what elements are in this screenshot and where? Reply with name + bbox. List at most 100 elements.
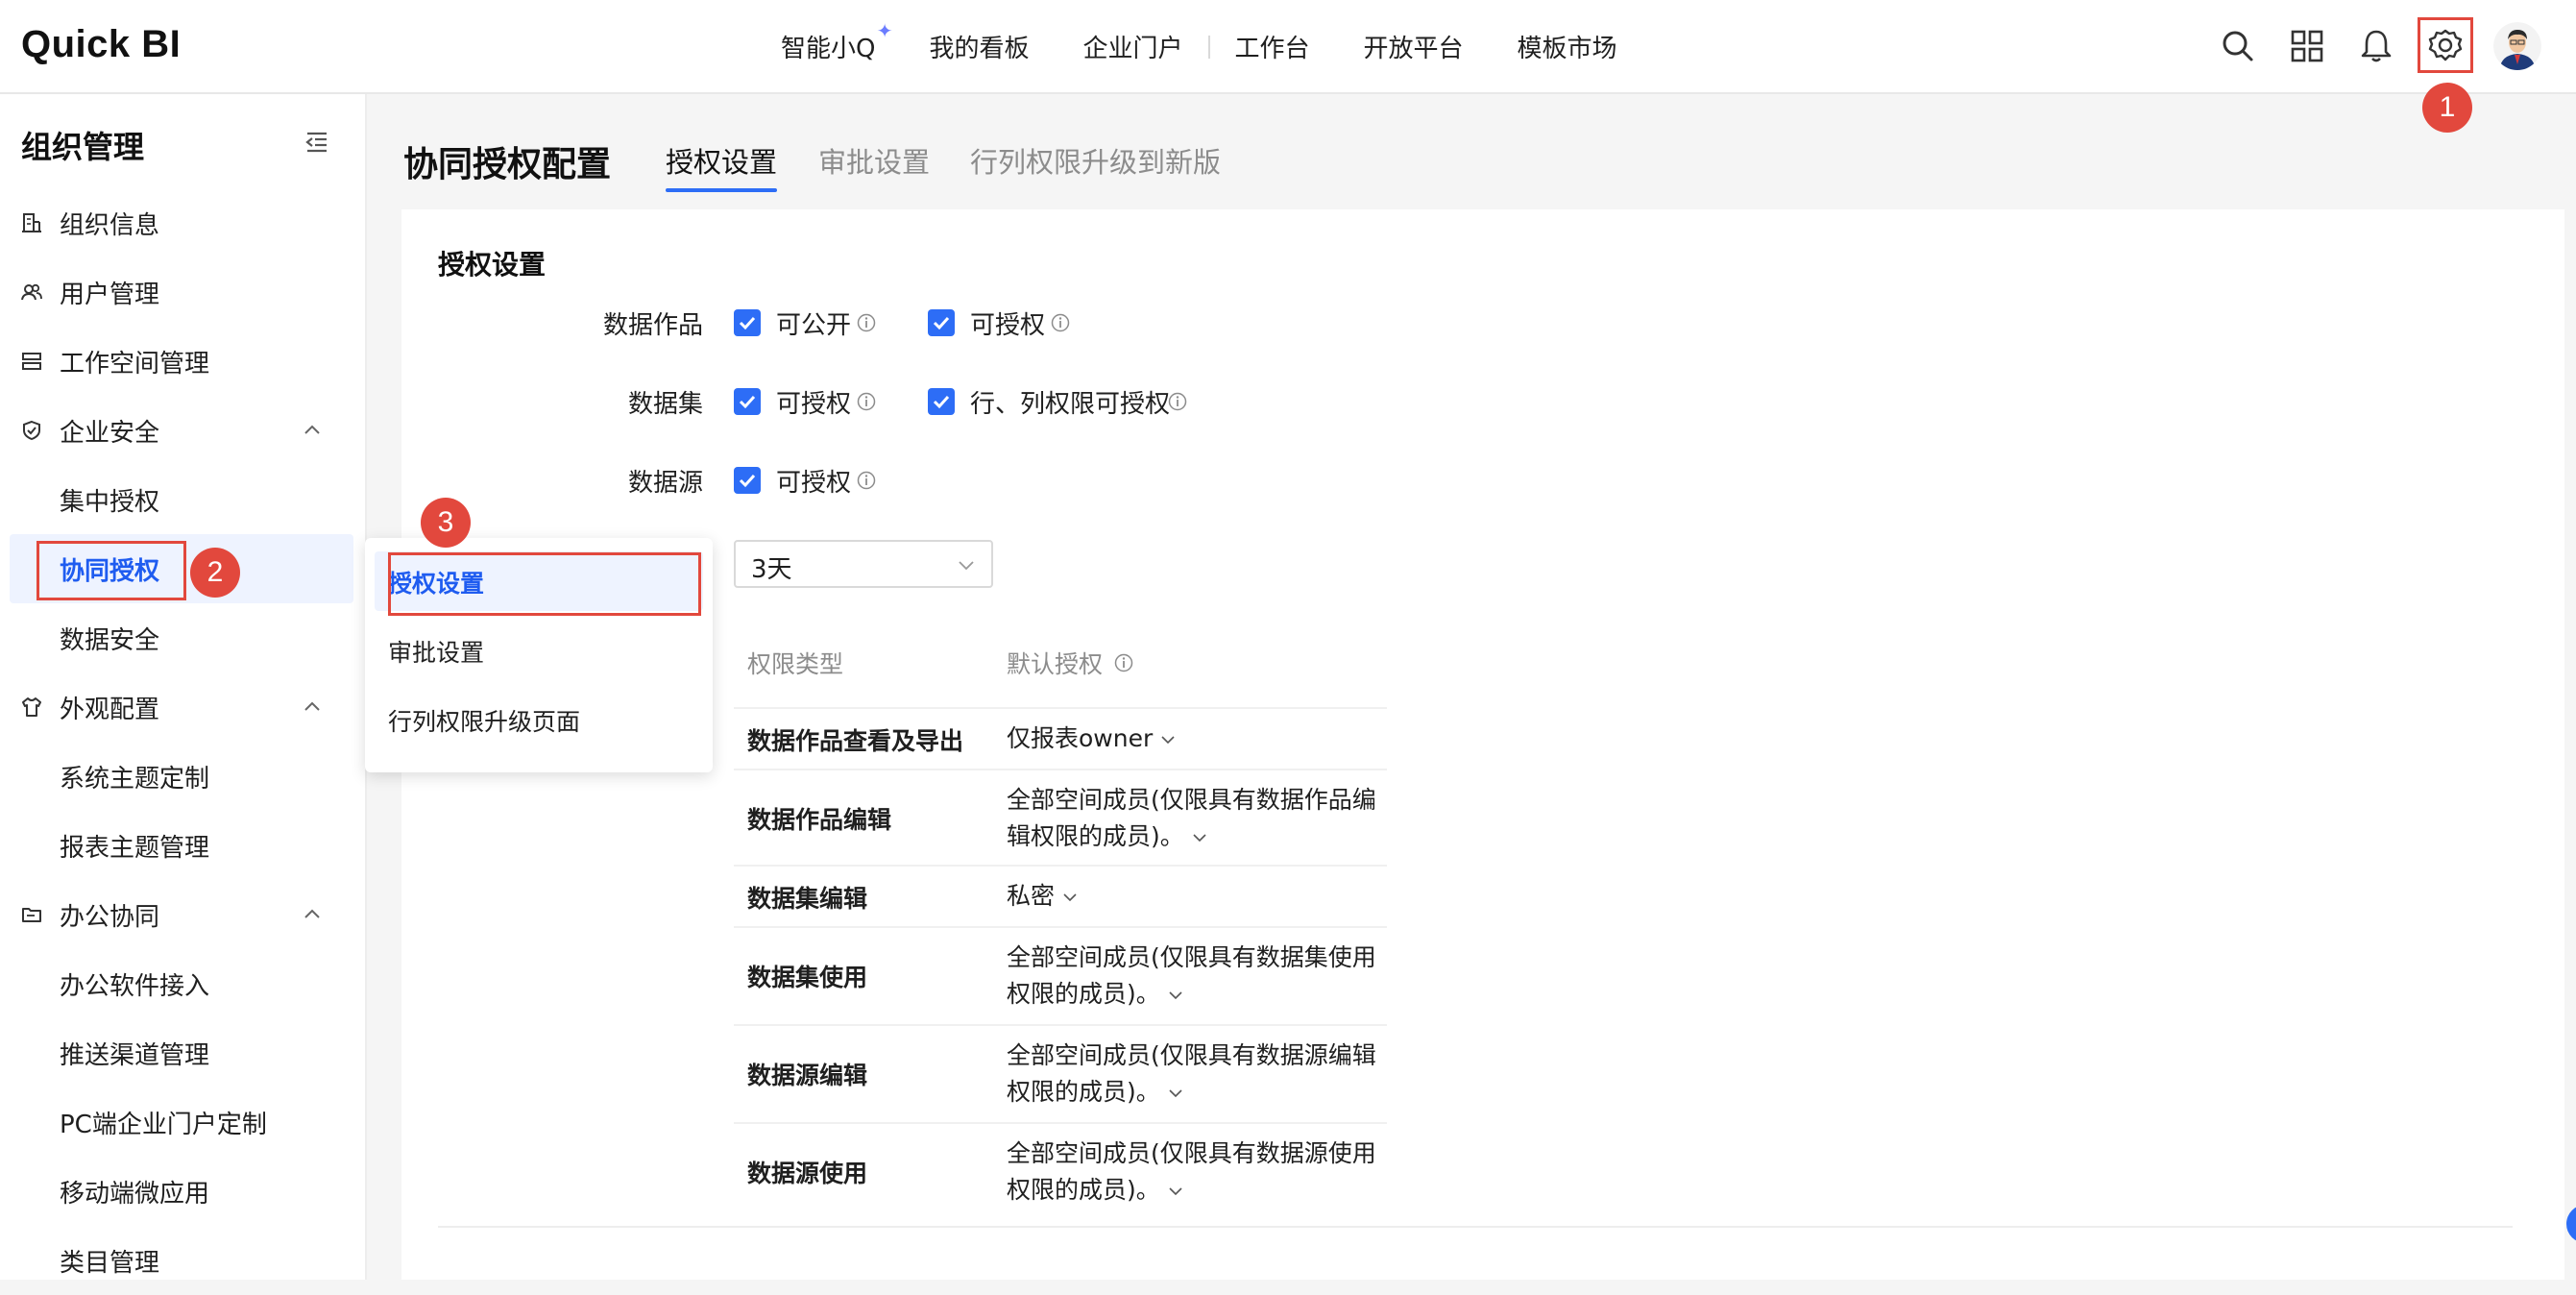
- authorization-settings-card: 授权设置 数据作品 可公开 可授权 数据集 可授权 行、列权限可授权 数据源 可…: [401, 209, 2564, 1280]
- option-label: 可公开: [776, 311, 852, 340]
- folder-icon: [22, 908, 41, 922]
- table-row: 数据集使用 全部空间成员(仅限具有数据集使用权限的成员)。: [734, 926, 1387, 1026]
- default-authorization-dropdown[interactable]: 仅报表owner: [1007, 721, 1381, 757]
- checkbox-data-works-public[interactable]: [734, 309, 761, 336]
- bell-icon[interactable]: [2357, 27, 2395, 65]
- chevron-down-icon: [1161, 736, 1175, 745]
- nav-enterprise-portal[interactable]: 企业门户: [1082, 29, 1182, 64]
- sidebar-title: 组织管理: [21, 129, 145, 165]
- sidebar-item-category-management[interactable]: 类目管理: [0, 1226, 365, 1295]
- sidebar-item-system-theme[interactable]: 系统主题定制: [0, 742, 365, 811]
- sidebar-item-label: 组织信息: [60, 210, 160, 240]
- default-authorization-dropdown[interactable]: 全部空间成员(仅限具有数据集使用权限的成员)。: [1007, 940, 1381, 1013]
- permission-type-cell: 数据源使用: [747, 1160, 868, 1187]
- sidebar-item-office-software[interactable]: 办公软件接入: [0, 949, 365, 1018]
- sidebar-item-report-theme[interactable]: 报表主题管理: [0, 811, 365, 880]
- dropdown-item-approval-settings[interactable]: 审批设置: [388, 634, 484, 669]
- option-label: 可授权: [776, 469, 852, 498]
- checkmark-icon: [739, 474, 756, 488]
- tab-authorization-settings[interactable]: 授权设置: [666, 140, 777, 181]
- tab-row-column-upgrade[interactable]: 行列权限升级到新版: [970, 140, 1221, 181]
- sidebar-item-label: 移动端微应用: [60, 1179, 210, 1209]
- sidebar-item-user-management[interactable]: 用户管理: [0, 257, 365, 327]
- chevron-up-icon[interactable]: [302, 419, 323, 440]
- checkbox-datasource-authorizable[interactable]: [734, 467, 761, 494]
- info-icon[interactable]: [857, 313, 876, 332]
- collapse-menu-icon[interactable]: [304, 129, 330, 156]
- top-navigation: 智能小Q ✦ 我的看板 企业门户 工作台 开放平台 模板市场: [781, 19, 1671, 64]
- sidebar-item-label: 外观配置: [60, 695, 160, 724]
- permission-type-cell: 数据作品查看及导出: [747, 727, 964, 755]
- info-icon[interactable]: [1114, 653, 1133, 672]
- settings-highlight-box: [2418, 17, 2473, 73]
- annotation-badge-3: 3: [421, 498, 471, 548]
- table-header-default-authorization: 默认授权: [1007, 650, 1104, 678]
- checkbox-dataset-authorizable[interactable]: [734, 388, 761, 415]
- shirt-icon: [22, 697, 41, 717]
- card-divider: [438, 1226, 2513, 1228]
- table-row: 数据集编辑 私密: [734, 865, 1387, 928]
- nav-open-platform[interactable]: 开放平台: [1364, 29, 1464, 64]
- checkbox-dataset-row-column-permission[interactable]: [928, 388, 955, 415]
- sidebar-item-workspace-management[interactable]: 工作空间管理: [0, 327, 365, 396]
- default-authorization-dropdown[interactable]: 私密: [1007, 878, 1381, 915]
- row-label-dataset: 数据集: [627, 390, 703, 419]
- dropdown-item-row-column-upgrade[interactable]: 行列权限升级页面: [388, 703, 580, 738]
- table-row: 数据作品查看及导出 仅报表owner: [734, 707, 1387, 770]
- permission-type-cell: 数据源编辑: [747, 1062, 868, 1089]
- permission-type-cell: 数据集编辑: [747, 885, 868, 913]
- default-authorization-value: 全部空间成员(仅限具有数据源编辑权限的成员)。: [1007, 1041, 1376, 1106]
- search-icon[interactable]: [2219, 27, 2257, 65]
- default-authorization-value: 仅报表owner: [1007, 724, 1154, 752]
- avatar-illustration-icon: [2493, 22, 2541, 70]
- default-authorization-value: 全部空间成员(仅限具有数据源使用权限的成员)。: [1007, 1139, 1376, 1204]
- chevron-down-icon: [959, 561, 974, 571]
- user-avatar[interactable]: [2493, 22, 2541, 70]
- nav-my-dashboard[interactable]: 我的看板: [929, 29, 1029, 64]
- sidebar-item-label: 工作空间管理: [60, 349, 210, 379]
- nav-smart-q[interactable]: 智能小Q ✦: [781, 19, 892, 64]
- duration-select[interactable]: 3天: [734, 540, 993, 588]
- info-icon[interactable]: [1168, 392, 1187, 411]
- default-authorization-dropdown[interactable]: 全部空间成员(仅限具有数据作品编辑权限的成员)。: [1007, 782, 1381, 855]
- info-icon[interactable]: [857, 392, 876, 411]
- floating-assistant-button[interactable]: [2566, 1205, 2576, 1243]
- apps-grid-icon[interactable]: [2288, 27, 2326, 65]
- checkmark-icon: [933, 395, 950, 409]
- tab-approval-settings[interactable]: 审批设置: [818, 140, 930, 181]
- sparkle-icon: ✦: [876, 19, 893, 42]
- sidebar-item-org-info[interactable]: 组织信息: [0, 188, 365, 257]
- option-label: 行、列权限可授权: [970, 390, 1171, 419]
- sidebar-item-pc-portal[interactable]: PC端企业门户定制: [0, 1087, 365, 1157]
- sidebar-item-label: 报表主题管理: [60, 833, 210, 863]
- sidebar-item-appearance[interactable]: 外观配置: [0, 672, 365, 742]
- sidebar-item-label: 用户管理: [60, 280, 160, 309]
- page-title: 协同授权配置: [403, 145, 612, 184]
- sidebar-item-push-channel[interactable]: 推送渠道管理: [0, 1018, 365, 1087]
- info-icon[interactable]: [1051, 313, 1070, 332]
- sidebar-item-central-authorization[interactable]: 集中授权: [0, 465, 365, 534]
- nav-template-market[interactable]: 模板市场: [1518, 29, 1617, 64]
- option-label: 可授权: [970, 311, 1046, 340]
- checkmark-icon: [739, 395, 756, 409]
- sidebar-item-label: 推送渠道管理: [60, 1040, 210, 1070]
- chevron-up-icon[interactable]: [302, 696, 323, 717]
- default-authorization-dropdown[interactable]: 全部空间成员(仅限具有数据源编辑权限的成员)。: [1007, 1038, 1381, 1111]
- sidebar-item-data-security[interactable]: 数据安全: [0, 603, 365, 672]
- quick-bi-logo[interactable]: Quick BI: [21, 23, 181, 66]
- table-row: 数据源使用 全部空间成员(仅限具有数据源使用权限的成员)。: [734, 1122, 1387, 1222]
- sidebar-item-label: 类目管理: [60, 1248, 160, 1278]
- table-row: 数据源编辑 全部空间成员(仅限具有数据源编辑权限的成员)。: [734, 1024, 1387, 1124]
- sidebar-item-office-collaboration[interactable]: 办公协同: [0, 880, 365, 949]
- chevron-up-icon[interactable]: [302, 903, 323, 924]
- checkbox-data-works-authorizable[interactable]: [928, 309, 955, 336]
- permission-type-cell: 数据集使用: [747, 964, 868, 991]
- active-tab-indicator: [666, 188, 777, 192]
- default-authorization-dropdown[interactable]: 全部空间成员(仅限具有数据源使用权限的成员)。: [1007, 1136, 1381, 1209]
- nav-workbench[interactable]: 工作台: [1235, 29, 1310, 64]
- annotation-badge-1: 1: [2422, 83, 2472, 133]
- info-icon[interactable]: [857, 471, 876, 490]
- sidebar-item-label: 企业安全: [60, 418, 160, 448]
- sidebar-item-enterprise-security[interactable]: 企业安全: [0, 396, 365, 465]
- sidebar-item-mobile-app[interactable]: 移动端微应用: [0, 1157, 365, 1226]
